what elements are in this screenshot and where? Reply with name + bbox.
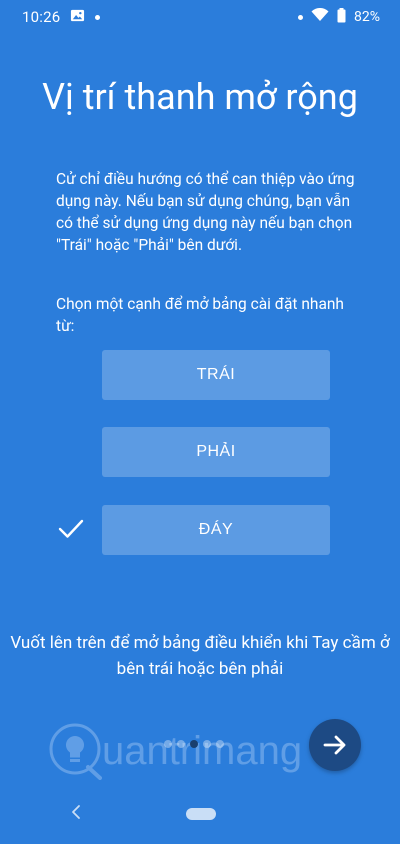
battery-icon — [337, 7, 346, 27]
back-chevron-icon — [72, 805, 80, 819]
back-button[interactable] — [68, 802, 84, 825]
pager-dot — [203, 740, 211, 748]
right-edge-button[interactable]: PHẢI — [102, 427, 330, 477]
footer-instruction-text: Vuốt lên trên để mở bảng điều khiển khi … — [10, 633, 390, 679]
status-right: 82% — [298, 7, 380, 27]
status-dot-icon — [298, 14, 303, 20]
next-button[interactable] — [309, 719, 361, 771]
checkmark-icon — [58, 518, 84, 544]
pager-dot — [164, 740, 172, 748]
wifi-icon — [311, 7, 329, 26]
pager-dots — [164, 740, 224, 748]
status-time: 10:26 — [22, 8, 61, 26]
pager-dot-active — [190, 740, 198, 748]
status-left: 10:26 — [22, 8, 101, 27]
navigation-bar — [0, 788, 400, 844]
bottom-edge-button[interactable]: ĐÁY — [102, 505, 330, 555]
left-edge-button[interactable]: TRÁI — [102, 350, 330, 400]
page-title: Vị trí thanh mở rộng — [42, 76, 358, 118]
notification-dot-icon — [95, 14, 101, 20]
lightbulb-icon — [49, 723, 102, 780]
status-bar: 10:26 82% — [0, 0, 400, 34]
battery-percent: 82% — [354, 9, 380, 25]
home-pill-button[interactable] — [186, 808, 216, 820]
pager-dot — [216, 740, 224, 748]
description-text: Cử chỉ điều hướng có thể can thiệp vào ứ… — [56, 170, 355, 254]
pager-dot — [177, 740, 185, 748]
arrow-right-icon — [323, 735, 346, 755]
watermark-text: uantrimang — [102, 728, 303, 773]
edge-prompt-text: Chọn một cạnh để mở bảng cài đặt nhanh t… — [56, 295, 344, 335]
watermark-logo: uantrimang — [48, 722, 302, 780]
image-icon — [70, 8, 85, 27]
